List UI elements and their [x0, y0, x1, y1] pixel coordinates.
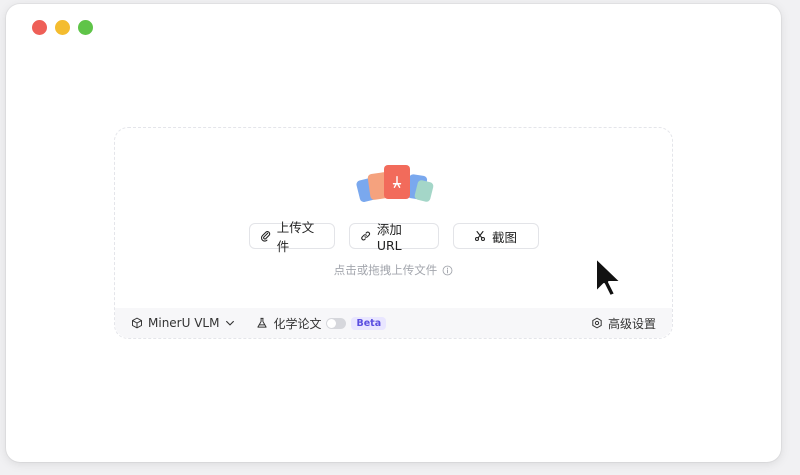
- model-label: MinerU VLM: [148, 316, 220, 330]
- advanced-settings-label: 高级设置: [607, 316, 656, 331]
- upload-file-button[interactable]: 上传文件: [248, 220, 335, 254]
- chem-paper-toggle[interactable]: [326, 317, 347, 329]
- close-window-button[interactable]: [32, 20, 47, 35]
- options-bar: MinerU VLM 化学论文 Beta 高级设置: [115, 308, 672, 338]
- upload-hint: 点击或拖拽上传文件: [115, 262, 672, 278]
- chem-paper-label: 化学论文: [273, 316, 322, 331]
- pdf-icon: [392, 176, 402, 188]
- scissors-icon: [474, 230, 486, 242]
- advanced-settings-button[interactable]: 高级设置: [591, 315, 656, 332]
- add-url-label: 添加 URL: [376, 222, 402, 253]
- maximize-window-button[interactable]: [78, 20, 93, 35]
- chevron-down-icon: [226, 320, 235, 326]
- add-url-button[interactable]: 添加 URL: [348, 222, 439, 253]
- screenshot-label: 截图: [491, 229, 517, 245]
- beta-badge: Beta: [351, 316, 387, 330]
- window-controls: [32, 20, 93, 35]
- upload-file-label: 上传文件: [276, 220, 315, 254]
- screenshot-button[interactable]: 截图: [452, 223, 539, 249]
- documents-illustration-icon: [355, 165, 435, 205]
- info-icon[interactable]: [442, 265, 453, 276]
- gear-icon: [592, 317, 602, 329]
- upload-hint-text: 点击或拖拽上传文件: [333, 263, 438, 277]
- file-dropzone[interactable]: 上传文件 添加 URL 截图 点击或拖拽上传文件 MinerU VLM 化学论文…: [114, 127, 673, 339]
- model-selector[interactable]: MinerU VLM: [131, 316, 236, 330]
- paperclip-icon: [260, 231, 270, 242]
- cube-icon: [132, 317, 142, 329]
- minimize-window-button[interactable]: [55, 20, 70, 35]
- mouse-cursor-icon: [595, 257, 622, 297]
- app-window: 上传文件 添加 URL 截图 点击或拖拽上传文件 MinerU VLM 化学论文…: [6, 4, 781, 462]
- chem-paper-option: 化学论文 Beta: [256, 315, 387, 332]
- link-icon: [360, 231, 370, 241]
- flask-icon: [257, 317, 268, 328]
